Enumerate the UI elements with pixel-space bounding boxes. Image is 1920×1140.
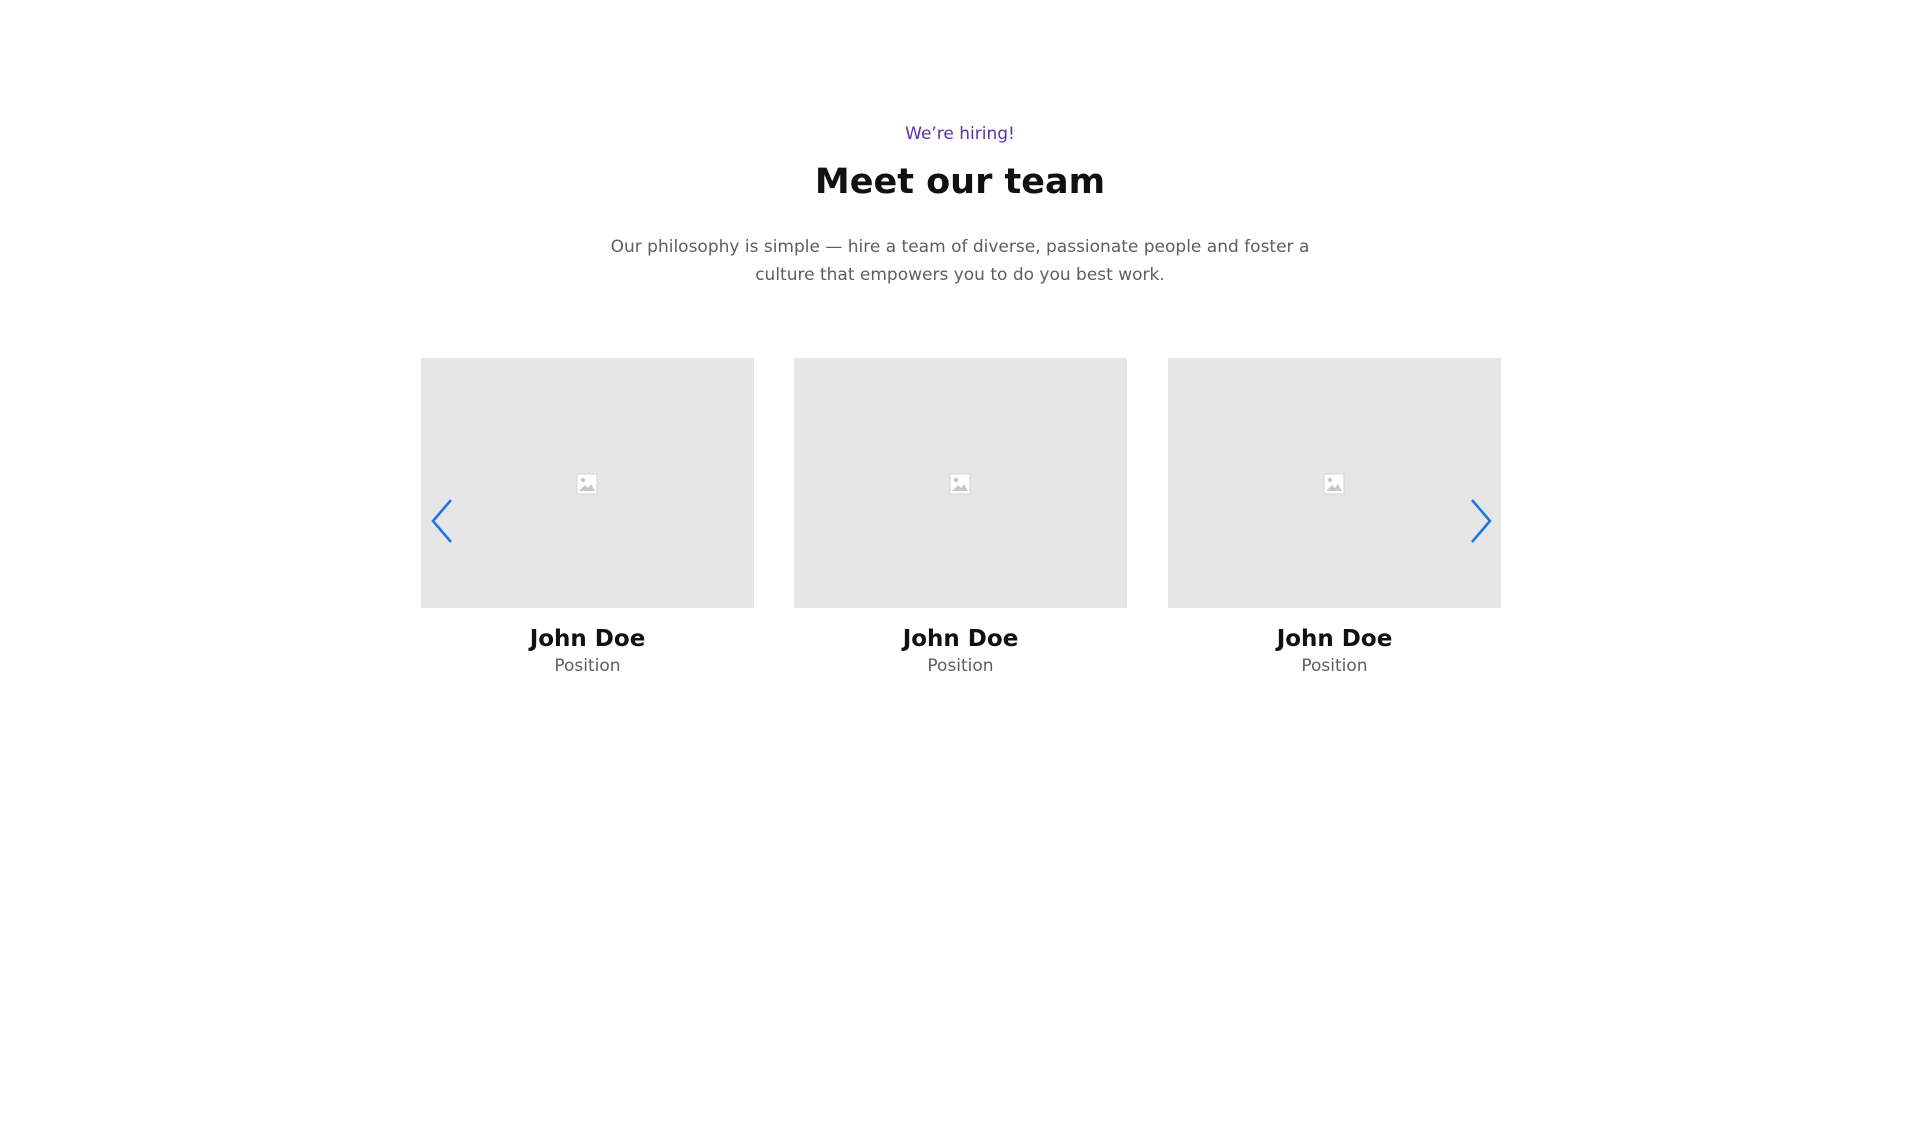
section-title: Meet our team [814, 162, 1106, 202]
image-placeholder-icon [949, 473, 971, 495]
carousel-prev-button[interactable] [429, 496, 459, 546]
team-member-card: John Doe Position [794, 358, 1127, 678]
team-member-position: Position [1301, 656, 1368, 676]
team-member-name: John Doe [1276, 626, 1393, 652]
hiring-eyebrow: We’re hiring! [905, 124, 1015, 144]
team-member-name: John Doe [902, 626, 1019, 652]
carousel-next-button[interactable] [1464, 496, 1494, 546]
team-carousel: John Doe Position John Doe Position John… [421, 358, 1501, 698]
team-member-photo [421, 358, 754, 608]
team-member-position: Position [554, 656, 621, 676]
team-member-name: John Doe [529, 626, 646, 652]
image-placeholder-icon [576, 473, 598, 495]
team-member-photo [1168, 358, 1501, 608]
chevron-left-icon [431, 499, 452, 543]
team-member-photo [794, 358, 1127, 608]
team-member-position: Position [927, 656, 994, 676]
section-intro: Our philosophy is simple — hire a team o… [610, 237, 1310, 285]
team-member-card: John Doe Position [421, 358, 754, 678]
chevron-right-icon [1471, 499, 1492, 543]
team-section: We’re hiring! Meet our team Our philosop… [0, 0, 1920, 1140]
team-member-card: John Doe Position [1168, 358, 1501, 678]
image-placeholder-icon [1323, 473, 1345, 495]
